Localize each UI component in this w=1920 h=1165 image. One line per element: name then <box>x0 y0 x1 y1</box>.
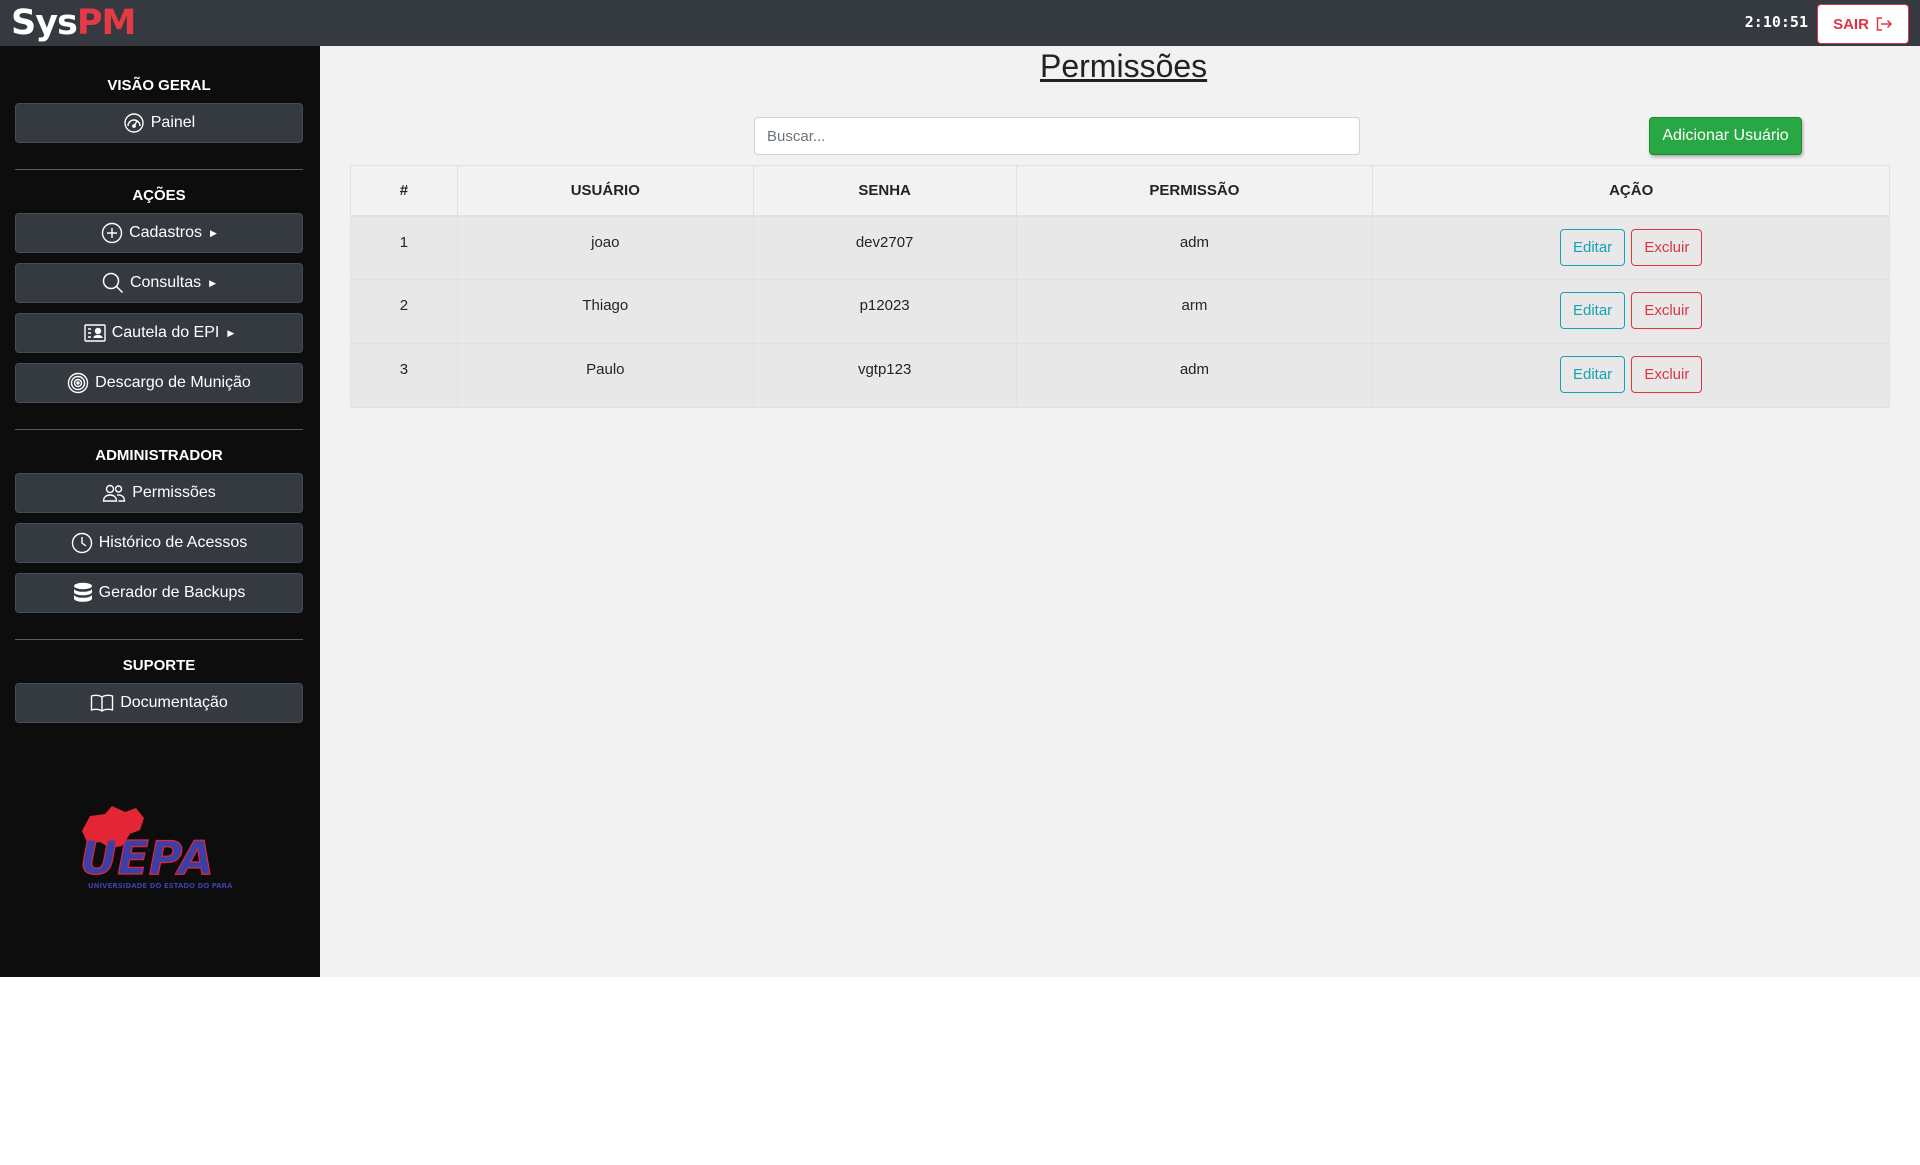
sidebar-item-documentacao[interactable]: Documentação <box>15 683 303 723</box>
cell-permission: adm <box>1015 343 1374 408</box>
search-icon <box>102 272 123 294</box>
caret-right-icon: ▶ <box>227 327 235 338</box>
caret-right-icon: ▶ <box>209 277 217 288</box>
column-header-action: AÇÃO <box>1372 165 1890 217</box>
divider <box>15 429 303 430</box>
section-title-visao-geral: VISÃO GERAL <box>107 77 211 94</box>
cell-permission: adm <box>1015 215 1374 280</box>
cell-user: Thiago <box>456 279 754 344</box>
sidebar-item-label: Histórico de Acessos <box>98 534 248 551</box>
column-header-permission: PERMISSÃO <box>1015 165 1374 217</box>
cell-actions: Editar Excluir <box>1372 343 1890 408</box>
table-row: 2 Thiago p12023 arm Editar Excluir <box>350 279 1890 344</box>
sidebar-item-cadastros[interactable]: Cadastros ▶ <box>15 213 303 253</box>
permissions-table: # USUÁRIO SENHA PERMISSÃO AÇÃO 1 joao de… <box>350 165 1890 408</box>
search-input[interactable] <box>754 117 1360 155</box>
dashboard-icon <box>124 113 144 133</box>
cell-id: 1 <box>350 215 458 280</box>
sidebar-item-label: Painel <box>150 114 196 131</box>
logo-pm: PM <box>76 3 136 43</box>
top-bar: SysPM 2:10:51 SAIR <box>0 0 1920 46</box>
cell-password: vgtp123 <box>752 343 1017 408</box>
sidebar-item-cautela-epi[interactable]: Cautela do EPI ▶ <box>15 313 303 353</box>
sidebar-item-label: Cautela do EPI <box>111 324 220 341</box>
sidebar: VISÃO GERAL Painel AÇÕES Cadastros ▶ Con… <box>0 46 320 977</box>
delete-button[interactable]: Excluir <box>1631 292 1703 329</box>
sidebar-item-permissoes[interactable]: Permissões <box>15 473 303 513</box>
sidebar-item-label: Permissões <box>132 484 216 501</box>
page-title: Permissões <box>1040 48 1208 84</box>
table-row: 1 joao dev2707 adm Editar Excluir <box>350 215 1890 280</box>
edit-button[interactable]: Editar <box>1559 228 1626 266</box>
section-title-suporte: SUPORTE <box>122 657 196 674</box>
cell-user: Paulo <box>456 343 754 408</box>
target-icon <box>67 372 89 394</box>
edit-button[interactable]: Editar <box>1559 356 1626 393</box>
edit-button[interactable]: Editar <box>1559 292 1626 329</box>
database-icon <box>73 582 92 602</box>
table-header-row: # USUÁRIO SENHA PERMISSÃO AÇÃO <box>350 165 1890 217</box>
sidebar-item-label: Cadastros <box>129 224 202 241</box>
section-title-acoes: AÇÕES <box>132 187 186 204</box>
sidebar-item-gerador-backups[interactable]: Gerador de Backups <box>15 573 303 613</box>
cell-actions: Editar Excluir <box>1372 279 1890 344</box>
cell-id: 3 <box>350 343 458 408</box>
sidebar-item-label: Consultas <box>129 274 202 291</box>
svg-text:UNIVERSIDADE DO ESTADO DO PARÁ: UNIVERSIDADE DO ESTADO DO PARÁ <box>88 881 233 890</box>
clock: 2:10:51 <box>1744 13 1808 31</box>
uepa-logo: UEPA UNIVERSIDADE DO ESTADO DO PARÁ <box>79 806 233 890</box>
column-header-user: USUÁRIO <box>456 165 754 217</box>
sidebar-item-consultas[interactable]: Consultas ▶ <box>15 263 303 303</box>
logo-sys: Sys <box>11 3 78 43</box>
sidebar-item-historico-acessos[interactable]: Histórico de Acessos <box>15 523 303 563</box>
sidebar-item-label: Documentação <box>120 694 228 711</box>
cell-actions: Editar Excluir <box>1372 215 1890 280</box>
users-icon <box>103 484 126 502</box>
svg-text:UEPA: UEPA <box>80 831 214 885</box>
cell-user: joao <box>456 215 754 280</box>
table-row: 3 Paulo vgtp123 adm Editar Excluir <box>350 343 1890 408</box>
cell-password: dev2707 <box>752 215 1017 280</box>
delete-button[interactable]: Excluir <box>1631 356 1703 393</box>
delete-button[interactable]: Excluir <box>1631 228 1703 266</box>
app-logo[interactable]: SysPM <box>11 2 136 44</box>
clock-icon <box>71 532 92 554</box>
plus-circle-icon <box>101 222 123 244</box>
divider <box>15 639 303 640</box>
logout-icon <box>1876 17 1892 31</box>
cell-id: 2 <box>350 279 458 344</box>
logout-label: SAIR <box>1833 15 1869 33</box>
sidebar-item-descargo-municao[interactable]: Descargo de Munição <box>15 363 303 403</box>
cell-permission: arm <box>1015 279 1374 344</box>
logout-button[interactable]: SAIR <box>1817 4 1909 44</box>
section-title-administrador: ADMINISTRADOR <box>95 447 223 464</box>
add-user-button[interactable]: Adicionar Usuário <box>1649 117 1802 155</box>
book-icon <box>90 694 114 712</box>
cell-password: p12023 <box>752 279 1017 344</box>
sidebar-item-label: Gerador de Backups <box>98 584 246 601</box>
caret-right-icon: ▶ <box>210 227 217 238</box>
sidebar-item-painel[interactable]: Painel <box>15 103 303 143</box>
divider <box>15 169 303 170</box>
column-header-password: SENHA <box>752 165 1017 217</box>
id-card-icon <box>84 324 106 342</box>
sidebar-item-label: Descargo de Munição <box>95 374 251 391</box>
column-header-id: # <box>350 165 458 217</box>
